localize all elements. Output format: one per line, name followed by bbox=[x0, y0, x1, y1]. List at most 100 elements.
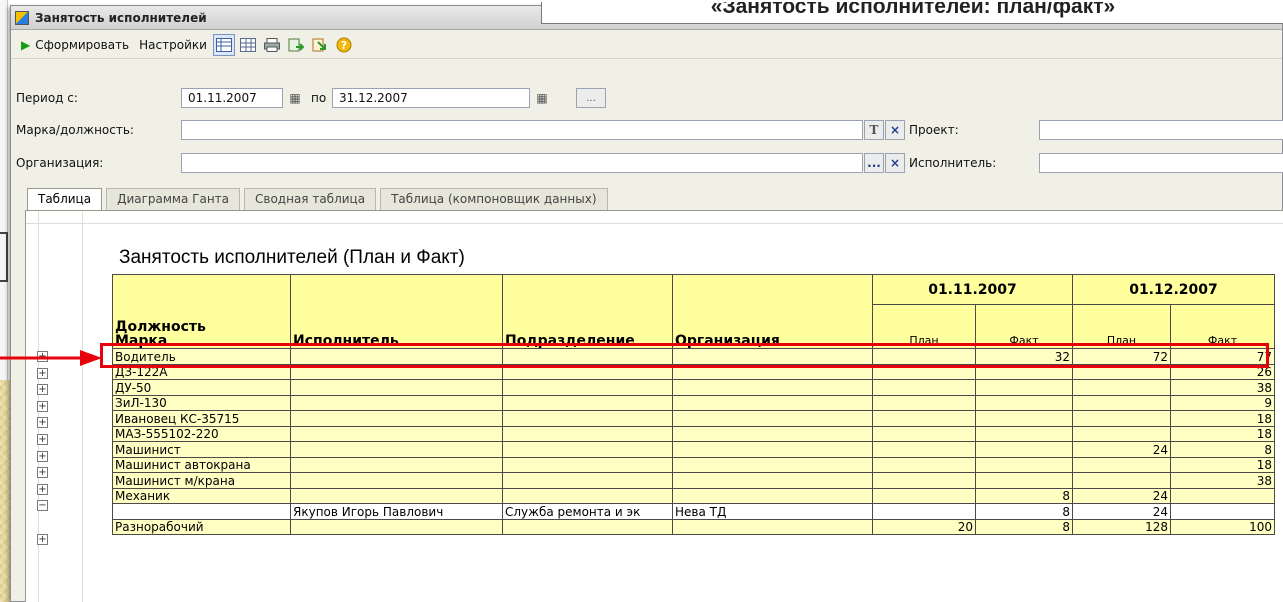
expand-icon[interactable]: + bbox=[37, 417, 48, 429]
table-cell-organization: Нева ТД bbox=[672, 503, 873, 520]
table-cell-position: Машинист bbox=[112, 441, 291, 458]
table-cell-organization bbox=[672, 425, 873, 442]
table-cell-executor bbox=[290, 487, 503, 504]
header-fact-2: Факт bbox=[1170, 304, 1275, 349]
play-icon: ▶ bbox=[21, 37, 31, 52]
expand-icon[interactable]: + bbox=[37, 467, 48, 479]
pointer-arrow-icon bbox=[0, 350, 102, 366]
collapse-icon[interactable]: − bbox=[37, 500, 48, 512]
tab-pivot[interactable]: Сводная таблица bbox=[244, 188, 377, 210]
report-sheet[interactable]: Занятость исполнителей (План и Факт) Дол… bbox=[25, 210, 1283, 602]
clear-organization-icon[interactable]: × bbox=[885, 153, 905, 173]
report-window: Занятость исполнителей «Занятость исполн… bbox=[10, 2, 1283, 602]
table-row[interactable]: Ивановец КС-35715 18 bbox=[112, 410, 1275, 427]
export-orange-icon[interactable] bbox=[309, 34, 331, 56]
table-view-icon[interactable] bbox=[212, 33, 235, 56]
expand-icon[interactable]: + bbox=[37, 384, 48, 396]
table-cell-f1 bbox=[975, 456, 1073, 473]
period-to-label: по bbox=[311, 91, 327, 105]
position-input[interactable] bbox=[181, 120, 863, 140]
type-select-button[interactable]: T bbox=[864, 120, 884, 140]
table-row[interactable]: ДУ-50 38 bbox=[112, 379, 1275, 396]
table-cell-p2 bbox=[1072, 472, 1171, 489]
table-cell-p2 bbox=[1072, 379, 1171, 396]
header-organization: Организация bbox=[672, 274, 873, 349]
expand-icon[interactable]: + bbox=[37, 450, 48, 462]
table-cell-executor bbox=[290, 518, 503, 535]
header-date-2: 01.12.2007 bbox=[1072, 274, 1275, 305]
clear-position-icon[interactable]: × bbox=[885, 120, 905, 140]
period-to-input[interactable]: 31.12.2007 bbox=[332, 88, 530, 108]
export-green-icon[interactable] bbox=[285, 34, 307, 56]
table-cell-department: Служба ремонта и эк bbox=[502, 503, 673, 520]
table-row[interactable]: МАЗ-555102-220 18 bbox=[112, 425, 1275, 442]
generate-button[interactable]: ▶ Сформировать bbox=[17, 34, 133, 56]
table-cell-department bbox=[502, 487, 673, 504]
organization-input[interactable] bbox=[181, 153, 863, 173]
table-cell-f1 bbox=[975, 394, 1073, 411]
table-row[interactable]: ЗиЛ-130 9 bbox=[112, 394, 1275, 411]
table-cell-department bbox=[502, 518, 673, 535]
table-cell-p1 bbox=[872, 425, 976, 442]
table-cell-f2: 18 bbox=[1170, 456, 1275, 473]
grid-view-icon[interactable] bbox=[237, 34, 259, 56]
calendar-from-icon[interactable]: ▦ bbox=[285, 88, 305, 108]
table-cell-position: МАЗ-555102-220 bbox=[112, 425, 291, 442]
sheet-gridline bbox=[26, 223, 1283, 224]
table-cell-f2: 100 bbox=[1170, 518, 1275, 535]
table-cell-department bbox=[502, 425, 673, 442]
table-cell-p1 bbox=[872, 503, 976, 520]
expand-icon[interactable]: + bbox=[37, 400, 48, 412]
table-cell-f2: 38 bbox=[1170, 379, 1275, 396]
table-row[interactable]: Машинист 24 8 bbox=[112, 441, 1275, 458]
executor-input[interactable] bbox=[1039, 153, 1283, 173]
table-cell-organization bbox=[672, 487, 873, 504]
expand-icon[interactable]: + bbox=[37, 367, 48, 379]
table-cell-f2: 9 bbox=[1170, 394, 1275, 411]
tab-table[interactable]: Таблица bbox=[27, 188, 103, 212]
settings-button[interactable]: Настройки bbox=[135, 34, 211, 56]
table-cell-position: ДУ-50 bbox=[112, 379, 291, 396]
table-cell-department bbox=[502, 472, 673, 489]
table-cell-p1 bbox=[872, 487, 976, 504]
table-cell-f2 bbox=[1170, 487, 1275, 504]
executor-label: Исполнитель: bbox=[909, 156, 997, 170]
table-cell-p2: 24 bbox=[1072, 503, 1171, 520]
period-from-input[interactable]: 01.11.2007 bbox=[181, 88, 283, 108]
expand-icon[interactable]: + bbox=[37, 533, 48, 545]
print-icon[interactable] bbox=[261, 34, 283, 56]
table-row[interactable]: Механик 8 24 bbox=[112, 487, 1275, 504]
position-label: Марка/должность: bbox=[16, 123, 134, 137]
table-row[interactable]: Машинист м/крана 38 bbox=[112, 472, 1275, 489]
header-department: Подразделение bbox=[502, 274, 673, 349]
table-cell-department bbox=[502, 410, 673, 427]
header-date-1: 01.11.2007 bbox=[872, 274, 1073, 305]
view-tabs: Таблица Диаграмма Ганта Сводная таблица … bbox=[27, 188, 608, 212]
table-cell-p2: 24 bbox=[1072, 487, 1171, 504]
help-icon[interactable]: ? bbox=[333, 34, 355, 56]
table-row[interactable]: Разнорабочий 20 8 128 100 bbox=[112, 518, 1275, 535]
table-row[interactable]: Машинист автокрана 18 bbox=[112, 456, 1275, 473]
table-cell-f1 bbox=[975, 472, 1073, 489]
expand-icon[interactable]: + bbox=[37, 434, 48, 445]
table-cell-organization bbox=[672, 441, 873, 458]
calendar-to-icon[interactable]: ▦ bbox=[532, 88, 552, 108]
organization-select-button[interactable]: ... bbox=[864, 153, 884, 173]
expand-icon[interactable]: + bbox=[37, 483, 48, 495]
tab-composer[interactable]: Таблица (компоновщик данных) bbox=[380, 188, 608, 210]
table-cell-organization bbox=[672, 518, 873, 535]
table-cell-executor bbox=[290, 379, 503, 396]
table-cell-p1 bbox=[872, 394, 976, 411]
project-input[interactable] bbox=[1039, 120, 1283, 140]
highlight-frame bbox=[100, 343, 1269, 368]
tab-gantt[interactable]: Диаграмма Ганта bbox=[106, 188, 241, 210]
table-cell-f2: 8 bbox=[1170, 441, 1275, 458]
table-cell-p1 bbox=[872, 441, 976, 458]
table-cell-p1 bbox=[872, 456, 976, 473]
table-row[interactable]: Якупов Игорь Павлович Служба ремонта и эк… bbox=[112, 503, 1275, 520]
period-select-button[interactable]: ... bbox=[576, 88, 606, 108]
table-cell-f1: 8 bbox=[975, 503, 1073, 520]
app-icon bbox=[15, 10, 29, 25]
table-cell-organization bbox=[672, 379, 873, 396]
background-frame bbox=[0, 232, 8, 282]
